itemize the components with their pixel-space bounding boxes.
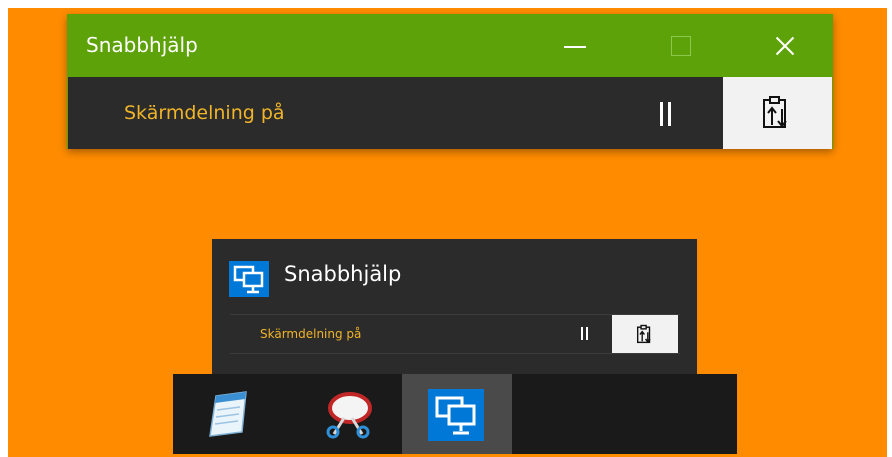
pause-icon[interactable] (654, 102, 678, 128)
pause-icon[interactable] (580, 327, 590, 341)
clipboard-swap-icon (763, 96, 787, 128)
screen-sharing-bar: Skärmdelning på (68, 77, 832, 149)
taskbar (173, 374, 737, 454)
clipboard-sync-button[interactable] (723, 77, 832, 149)
clipboard-swap-icon (636, 324, 651, 344)
window-title: Snabbhjälp (284, 262, 402, 286)
screen-sharing-status: Skärmdelning på (124, 102, 285, 124)
minimize-button[interactable] (542, 15, 606, 77)
quick-assist-window-large: Snabbhjälp Skärmdelning på (67, 14, 833, 149)
window-title: Snabbhjälp (86, 33, 198, 57)
desktop-background: Snabbhjälp Skärmdelning på Snabbhjälp Sk… (8, 8, 887, 457)
quick-assist-window-small: Snabbhjälp Skärmdelning på (212, 239, 697, 376)
notepad-icon (209, 391, 247, 437)
screen-sharing-status: Skärmdelning på (260, 327, 362, 341)
snipping-tool-icon (326, 392, 372, 439)
screen-sharing-bar: Skärmdelning på (230, 314, 680, 354)
taskbar-item-quick-assist[interactable] (402, 374, 512, 454)
clipboard-sync-button[interactable] (612, 315, 678, 353)
quick-assist-icon (229, 261, 269, 301)
taskbar-item-notepad[interactable] (173, 374, 283, 454)
close-button[interactable] (751, 15, 815, 77)
maximize-button[interactable] (647, 15, 711, 77)
quick-assist-icon (428, 389, 484, 441)
taskbar-item-snipping-tool[interactable] (291, 374, 401, 454)
title-bar[interactable]: Snabbhjälp (68, 15, 832, 77)
